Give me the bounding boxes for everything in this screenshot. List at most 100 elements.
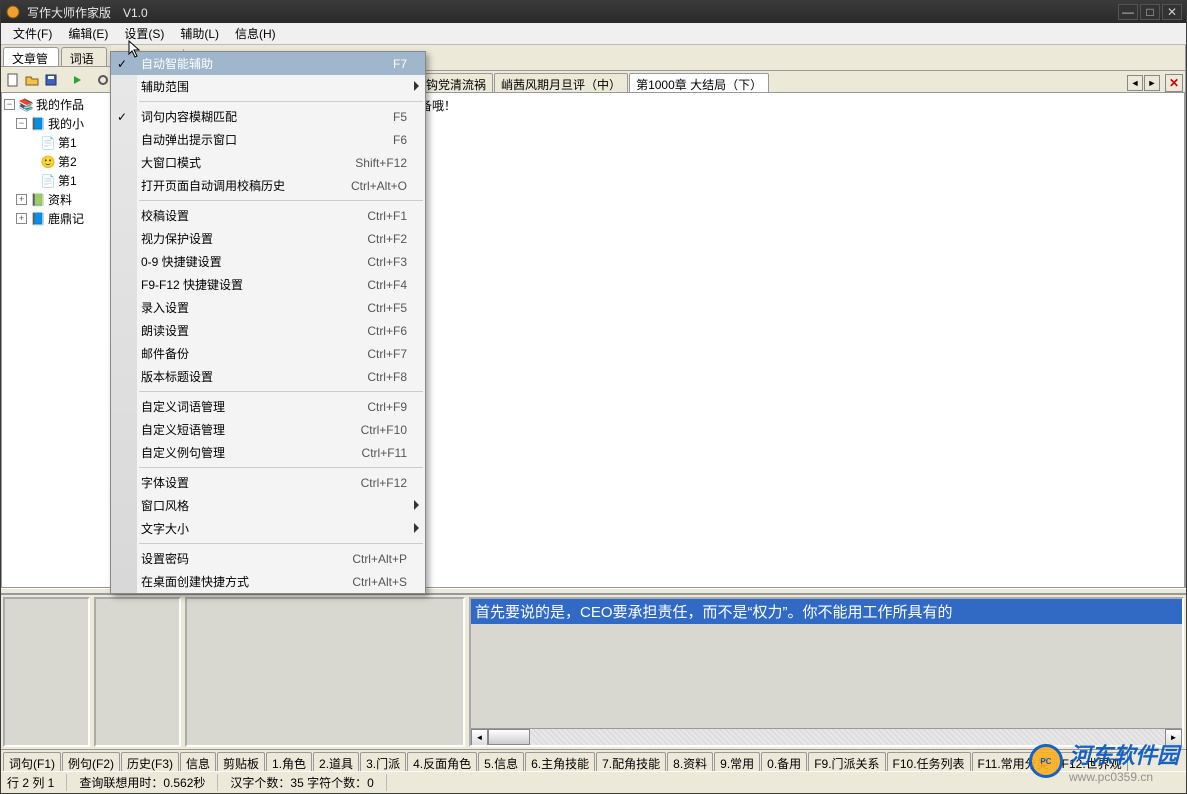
menu-item[interactable]: 视力保护设置Ctrl+F2	[111, 227, 425, 250]
menu-item-shortcut: Shift+F12	[355, 156, 407, 170]
run-icon[interactable]	[69, 70, 85, 90]
menu-item[interactable]: 打开页面自动调用校稿历史Ctrl+Alt+O	[111, 174, 425, 197]
menu-item-shortcut: F7	[393, 57, 407, 71]
menu-item[interactable]: 设置密码Ctrl+Alt+P	[111, 547, 425, 570]
settings-dropdown: ✓自动智能辅助F7辅助范围✓词句内容模糊匹配F5自动弹出提示窗口F6大窗口模式S…	[110, 51, 426, 594]
menu-item[interactable]: F9-F12 快捷键设置Ctrl+F4	[111, 273, 425, 296]
minimize-button[interactable]: —	[1118, 4, 1138, 20]
menu-item[interactable]: ✓自动智能辅助F7	[111, 52, 425, 75]
menu-item[interactable]: 自动弹出提示窗口F6	[111, 128, 425, 151]
maximize-button[interactable]: □	[1140, 4, 1160, 20]
menu-item-shortcut: Ctrl+Alt+P	[352, 552, 407, 566]
menu-item[interactable]: 大窗口模式Shift+F12	[111, 151, 425, 174]
menu-item[interactable]: 字体设置Ctrl+F12	[111, 471, 425, 494]
status-position: 行 2 列 1	[7, 774, 67, 791]
menu-item-label: 自定义词语管理	[141, 398, 367, 415]
lower-tab[interactable]: 3.门派	[360, 752, 406, 771]
lower-tab[interactable]: 6.主角技能	[525, 752, 595, 771]
new-icon[interactable]	[5, 70, 21, 90]
lower-tab[interactable]: F11.常用分类	[972, 752, 1055, 771]
menu-item[interactable]: 自定义短语管理Ctrl+F10	[111, 418, 425, 441]
highlighted-sentence[interactable]: 首先要说的是，CEO要承担责任，而不是“权力”。你不能用工作所具有的	[471, 599, 1182, 624]
menu-item-label: 设置密码	[141, 550, 352, 567]
lower-pane-2[interactable]	[94, 597, 181, 747]
page-icon: 📄	[40, 173, 56, 189]
doc-tab-active[interactable]: 第1000章 大结局（下）	[629, 73, 769, 92]
check-icon: ✓	[117, 110, 131, 124]
lower-tab[interactable]: 1.角色	[266, 752, 312, 771]
menu-item-shortcut: Ctrl+F9	[367, 400, 407, 414]
save-icon[interactable]	[43, 70, 59, 90]
menu-settings[interactable]: 设置(S)	[116, 23, 172, 44]
menu-item[interactable]: ✓词句内容模糊匹配F5	[111, 105, 425, 128]
lower-tab[interactable]: 5.信息	[478, 752, 524, 771]
menu-item[interactable]: 辅助范围	[111, 75, 425, 98]
horizontal-scrollbar[interactable]: ◄ ►	[471, 728, 1182, 745]
lower-tab[interactable]: F10.任务列表	[887, 752, 971, 771]
tab-scroll-right-icon[interactable]: ►	[1144, 75, 1160, 91]
menu-item-label: 打开页面自动调用校稿历史	[141, 177, 351, 194]
lower-tab[interactable]: 信息	[180, 752, 216, 771]
lower-tab[interactable]: F12.世界观	[1056, 752, 1128, 771]
tab-scroll-left-icon[interactable]: ◄	[1127, 75, 1143, 91]
lower-tab[interactable]: 0.备用	[761, 752, 807, 771]
lower-tab[interactable]: 词句(F1)	[3, 752, 61, 771]
menu-assist[interactable]: 辅助(L)	[172, 23, 227, 44]
lower-tab[interactable]: 2.道具	[313, 752, 359, 771]
lower-pane-1[interactable]	[3, 597, 90, 747]
menu-item[interactable]: 0-9 快捷键设置Ctrl+F3	[111, 250, 425, 273]
menu-item[interactable]: 录入设置Ctrl+F5	[111, 296, 425, 319]
menu-item[interactable]: 校稿设置Ctrl+F1	[111, 204, 425, 227]
menu-item[interactable]: 文字大小	[111, 517, 425, 540]
lower-tab[interactable]: 例句(F2)	[62, 752, 120, 771]
scroll-thumb[interactable]	[488, 729, 530, 745]
menu-item-label: 自动弹出提示窗口	[141, 131, 393, 148]
menu-item-label: 辅助范围	[141, 78, 407, 95]
tree-item[interactable]: −📘我的小	[4, 114, 108, 133]
check-icon: ✓	[117, 57, 131, 71]
menu-item-label: 文字大小	[141, 520, 407, 537]
menu-item-label: F9-F12 快捷键设置	[141, 276, 367, 293]
menu-item[interactable]: 朗读设置Ctrl+F6	[111, 319, 425, 342]
close-tab-icon[interactable]: ✕	[1165, 74, 1183, 92]
menu-item-label: 大窗口模式	[141, 154, 355, 171]
tree-item[interactable]: 📄第1	[4, 133, 108, 152]
left-tabs: 文章管理 词语辅	[1, 45, 111, 67]
menu-edit[interactable]: 编辑(E)	[60, 23, 116, 44]
menu-item[interactable]: 窗口风格	[111, 494, 425, 517]
lower-tab[interactable]: 7.配角技能	[596, 752, 666, 771]
open-icon[interactable]	[24, 70, 40, 90]
lower-tab[interactable]: 剪贴板	[217, 752, 265, 771]
menu-item-label: 0-9 快捷键设置	[141, 253, 367, 270]
scroll-right-icon[interactable]: ►	[1165, 729, 1182, 746]
tab-article-manage[interactable]: 文章管理	[3, 47, 59, 66]
tree-item[interactable]: 🙂第2	[4, 152, 108, 171]
tree-item[interactable]: 📄第1	[4, 171, 108, 190]
menu-info[interactable]: 信息(H)	[227, 23, 284, 44]
lower-tab[interactable]: 历史(F3)	[121, 752, 179, 771]
menu-file[interactable]: 文件(F)	[5, 23, 60, 44]
lower-tab[interactable]: F9.门派关系	[808, 752, 885, 771]
menu-item[interactable]: 在桌面创建快捷方式Ctrl+Alt+S	[111, 570, 425, 593]
menu-item-label: 自定义短语管理	[141, 421, 361, 438]
scroll-left-icon[interactable]: ◄	[471, 729, 488, 746]
tab-word-assist[interactable]: 词语辅	[61, 47, 107, 66]
menu-item-label: 朗读设置	[141, 322, 367, 339]
lower-tab[interactable]: 8.资料	[667, 752, 713, 771]
close-button[interactable]: ✕	[1162, 4, 1182, 20]
lower-tab[interactable]: 4.反面角色	[407, 752, 477, 771]
doc-tab[interactable]: 峭茜风期月旦评（中）	[494, 73, 628, 92]
lower-pane-3[interactable]	[185, 597, 465, 747]
menu-item[interactable]: 邮件备份Ctrl+F7	[111, 342, 425, 365]
tree-item[interactable]: +📘鹿鼎记	[4, 209, 108, 228]
lower-pane-main[interactable]: 首先要说的是，CEO要承担责任，而不是“权力”。你不能用工作所具有的 ◄ ►	[469, 597, 1184, 747]
menu-item[interactable]: 自定义词语管理Ctrl+F9	[111, 395, 425, 418]
menu-item[interactable]: 自定义例句管理Ctrl+F11	[111, 441, 425, 464]
tree-item[interactable]: +📗资料	[4, 190, 108, 209]
scroll-track[interactable]	[488, 729, 1165, 745]
menu-item[interactable]: 版本标题设置Ctrl+F8	[111, 365, 425, 388]
gear-icon[interactable]	[95, 70, 111, 90]
lower-tab[interactable]: 9.常用	[714, 752, 760, 771]
tree-root[interactable]: −📚我的作品	[4, 95, 108, 114]
tree-panel: −📚我的作品 −📘我的小 📄第1 🙂第2 📄第1 +📗资料 +📘鹿鼎记	[1, 93, 111, 588]
